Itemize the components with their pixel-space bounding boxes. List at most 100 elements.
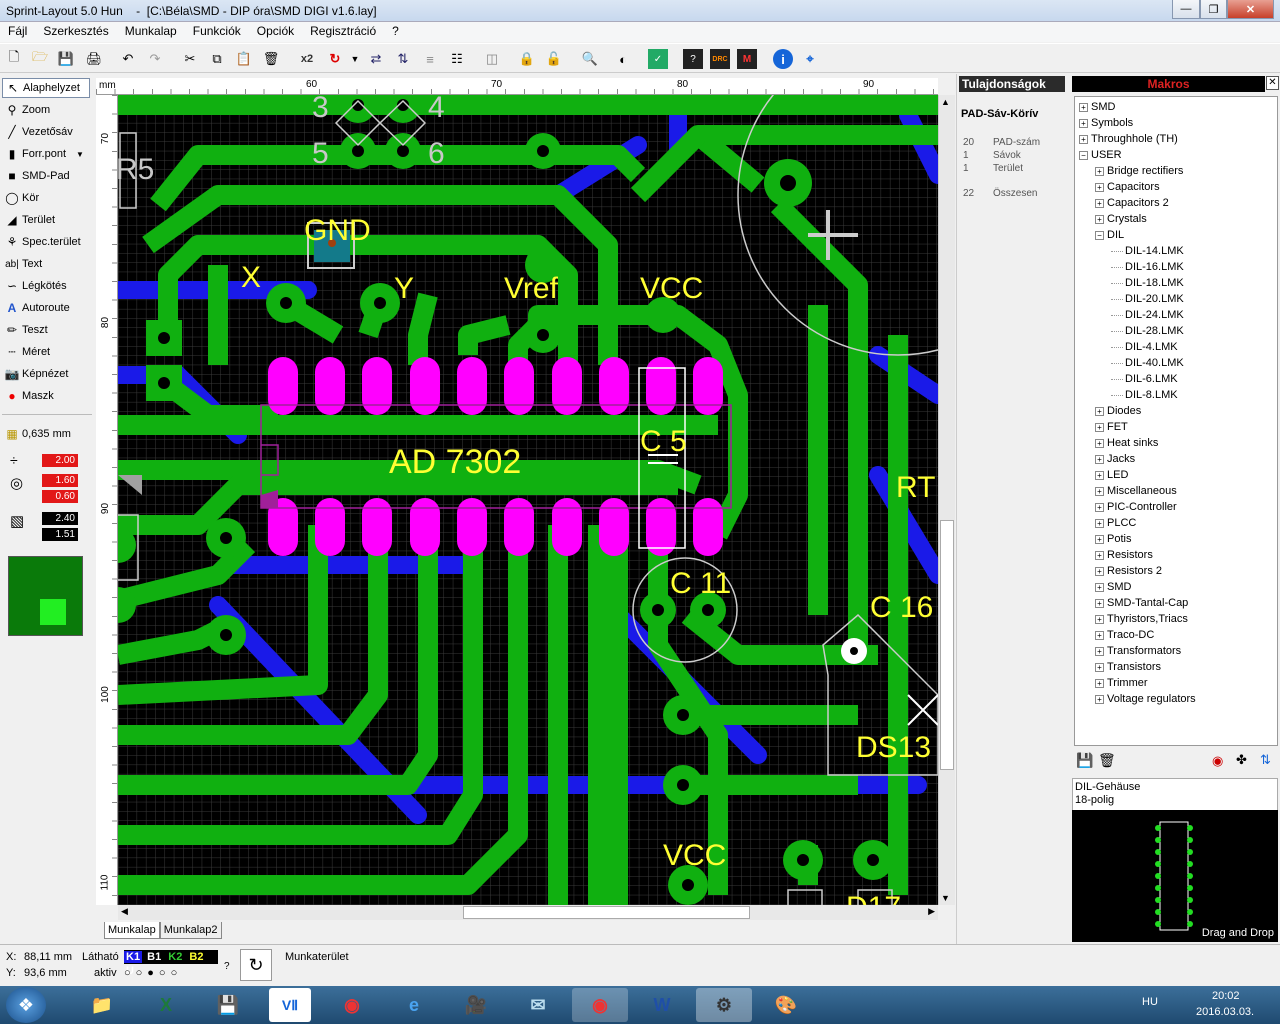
pcb-canvas[interactable]: GND X Y Vref VCC AD 7302 C 5 C 11 C 16 D…: [118, 95, 938, 905]
tool-special-area[interactable]: ⚘ Spec.terület: [2, 232, 90, 252]
layer-color-preview[interactable]: [8, 556, 83, 636]
media-icon[interactable]: 🎥: [448, 988, 504, 1022]
tree-leaf[interactable]: DIL-40.LMK: [1111, 355, 1184, 371]
tree-folder[interactable]: + Resistors: [1095, 547, 1153, 563]
tool-text[interactable]: ab| Text: [2, 254, 90, 274]
expand-icon[interactable]: +: [1095, 486, 1104, 496]
macro-tree[interactable]: + SMD + Symbols + Throughhole (TH) − USER + Bridg…: [1074, 96, 1278, 746]
tree-folder[interactable]: + Heat sinks: [1095, 435, 1158, 451]
tree-folder[interactable]: + Jacks: [1095, 451, 1135, 467]
menu-options[interactable]: Opciók: [249, 22, 302, 38]
open-folder-icon[interactable]: 🗁: [30, 49, 50, 69]
tree-folder[interactable]: + SMD-Tantal-Cap: [1095, 595, 1188, 611]
tree-folder[interactable]: + Capacitors: [1095, 179, 1160, 195]
mirror-v-icon[interactable]: ⇅: [393, 49, 413, 69]
tree-folder[interactable]: + Miscellaneous: [1095, 483, 1177, 499]
horizontal-scrollbar[interactable]: ◀ ▶: [118, 905, 938, 920]
vertical-scroll-thumb[interactable]: [940, 520, 954, 770]
expand-icon[interactable]: +: [1079, 102, 1088, 112]
save-icon[interactable]: 💾: [56, 49, 76, 69]
menu-file[interactable]: Fájl: [0, 22, 35, 38]
tool-photo-view[interactable]: 📷 Képnézet: [2, 364, 90, 384]
workspace-tool-icon[interactable]: ↻: [240, 949, 272, 981]
tool-circle[interactable]: ◯ Kör: [2, 188, 90, 208]
tree-folder[interactable]: + Resistors 2: [1095, 563, 1162, 579]
menu-registration[interactable]: Regisztráció: [302, 22, 384, 38]
excel-icon[interactable]: X: [138, 988, 194, 1022]
close-icon[interactable]: ✕: [1266, 76, 1279, 90]
tool-measure[interactable]: ┄ Méret: [2, 342, 90, 362]
align-icon[interactable]: ≡: [420, 49, 440, 69]
delete-icon[interactable]: 🗑: [1098, 752, 1116, 769]
paint-icon[interactable]: 🎨: [758, 988, 814, 1022]
expand-icon[interactable]: +: [1095, 406, 1104, 416]
record-icon[interactable]: ◉: [1212, 753, 1223, 769]
print-icon[interactable]: 🖨: [84, 49, 104, 69]
expand-icon[interactable]: +: [1095, 198, 1104, 208]
unlock-icon[interactable]: 🔓: [544, 49, 564, 69]
rotate-icon[interactable]: ↻: [325, 49, 345, 69]
expand-icon[interactable]: +: [1095, 502, 1104, 512]
ie-icon[interactable]: e: [386, 988, 442, 1022]
tool-smd-pad[interactable]: ■ SMD-Pad: [2, 166, 90, 186]
horizontal-scroll-thumb[interactable]: [463, 906, 750, 919]
vnc-icon[interactable]: VⅡ: [269, 988, 311, 1022]
tool-track[interactable]: ╱ Vezetősáv: [2, 122, 90, 142]
tool-airwire[interactable]: ∽ Légkötés: [2, 276, 90, 296]
tree-leaf[interactable]: DIL-24.LMK: [1111, 307, 1184, 323]
redo-icon[interactable]: ↷: [145, 49, 165, 69]
macro-m-icon[interactable]: M: [737, 49, 757, 69]
drc-icon[interactable]: DRC: [710, 49, 730, 69]
tree-leaf[interactable]: DIL-6.LMK: [1111, 371, 1178, 387]
tree-folder-open[interactable]: − DIL: [1095, 227, 1124, 243]
collapse-icon[interactable]: −: [1079, 150, 1088, 160]
tree-folder[interactable]: + Symbols: [1079, 115, 1133, 131]
expand-icon[interactable]: +: [1095, 166, 1104, 176]
tree-leaf[interactable]: DIL-20.LMK: [1111, 291, 1184, 307]
vertical-scrollbar[interactable]: ▲ ▼: [938, 95, 955, 905]
save-icon[interactable]: 💾: [1076, 752, 1093, 769]
tree-view-icon[interactable]: ✤: [1236, 752, 1247, 768]
tool-autoroute[interactable]: A Autoroute: [2, 298, 90, 318]
tool-select[interactable]: ↖ Alaphelyzet: [2, 78, 90, 98]
tree-folder-open[interactable]: − USER: [1079, 147, 1122, 163]
expand-icon[interactable]: +: [1095, 550, 1104, 560]
refresh-icon[interactable]: ⇅: [1260, 752, 1271, 768]
expand-icon[interactable]: +: [1095, 454, 1104, 464]
language-indicator[interactable]: HU: [1142, 996, 1158, 1008]
new-file-icon[interactable]: 🗋: [4, 49, 24, 69]
scroll-right-icon[interactable]: ▶: [928, 906, 935, 917]
grid-align-icon[interactable]: ☷: [447, 49, 467, 69]
menu-functions[interactable]: Funkciók: [185, 22, 249, 38]
scroll-up-icon[interactable]: ▲: [941, 97, 950, 107]
track-width-field[interactable]: 2.00: [42, 454, 78, 467]
macro-preview[interactable]: Drag and Drop: [1072, 810, 1278, 942]
expand-icon[interactable]: +: [1095, 422, 1104, 432]
expand-icon[interactable]: +: [1095, 662, 1104, 672]
copy-icon[interactable]: ⧉: [207, 49, 227, 69]
collapse-icon[interactable]: −: [1095, 230, 1104, 240]
layer-b1[interactable]: B1: [145, 951, 163, 963]
pad-outer-field[interactable]: 1.60: [42, 474, 78, 487]
tree-leaf[interactable]: DIL-16.LMK: [1111, 259, 1184, 275]
minimize-button[interactable]: —: [1172, 0, 1200, 19]
start-button[interactable]: ❖: [6, 987, 46, 1023]
tree-folder[interactable]: + Capacitors 2: [1095, 195, 1169, 211]
crop-icon[interactable]: ⌖: [800, 49, 820, 69]
tree-leaf[interactable]: DIL-28.LMK: [1111, 323, 1184, 339]
smd-width-field[interactable]: 2.40: [42, 512, 78, 525]
thunderbird-icon[interactable]: ✉: [510, 988, 566, 1022]
tool-test[interactable]: ✏ Teszt: [2, 320, 90, 340]
tree-leaf[interactable]: DIL-18.LMK: [1111, 275, 1184, 291]
tree-folder[interactable]: + Voltage regulators: [1095, 691, 1196, 707]
tool-pad[interactable]: ▮ Forr.pont ▼: [2, 144, 90, 164]
close-button[interactable]: ✕: [1227, 0, 1274, 19]
layer-b2[interactable]: B2: [187, 951, 205, 963]
tab-sheet-1[interactable]: Munkalap: [104, 922, 160, 939]
tree-folder[interactable]: + Thyristors,Triacs: [1095, 611, 1188, 627]
menu-sheet[interactable]: Munkalap: [117, 22, 185, 38]
expand-icon[interactable]: +: [1095, 678, 1104, 688]
tab-sheet-2[interactable]: Munkalap2: [159, 922, 222, 939]
floppy-icon[interactable]: 💾: [200, 988, 256, 1022]
expand-icon[interactable]: +: [1095, 518, 1104, 528]
